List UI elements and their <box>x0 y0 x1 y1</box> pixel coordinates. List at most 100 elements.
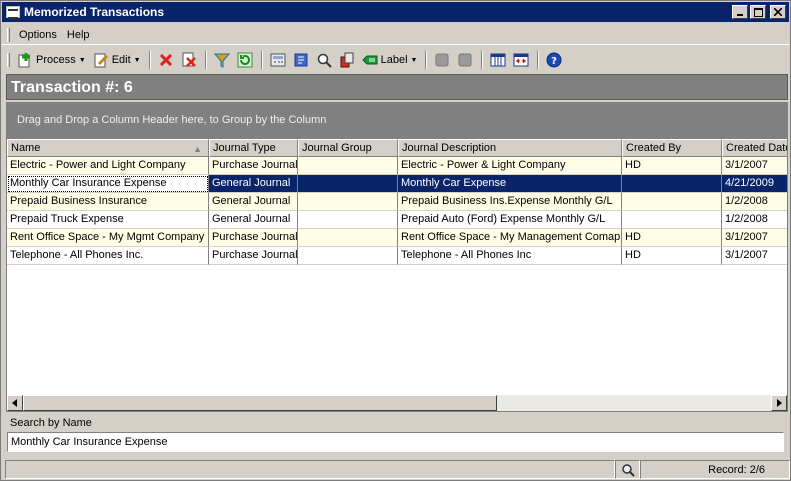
paste-icon <box>457 52 473 68</box>
notes-button[interactable] <box>290 49 312 71</box>
process-icon <box>17 52 33 68</box>
cell-created-date: 3/1/2007 <box>722 229 787 247</box>
table-row[interactable]: Prepaid Truck Expense General Journal Pr… <box>7 211 787 229</box>
transaction-number-header: Transaction #: 6 <box>6 74 788 100</box>
scrollbar-track[interactable] <box>23 395 771 411</box>
cell-created-by <box>622 211 722 229</box>
filter-funnel-icon <box>213 52 230 68</box>
filter-button[interactable] <box>211 49 233 71</box>
toolbar-separator <box>425 51 428 69</box>
scroll-right-button[interactable] <box>771 395 787 411</box>
cell-journal-type: Purchase Journal <box>209 229 298 247</box>
copy-button-disabled[interactable] <box>431 49 453 71</box>
cell-created-date: 1/2/2008 <box>722 193 787 211</box>
cell-journal-description: Monthly Car Expense <box>398 175 622 193</box>
search-by-name-label: Search by Name <box>10 417 92 429</box>
sort-ascending-icon: ▲ <box>193 144 202 154</box>
maximize-button[interactable] <box>750 5 766 19</box>
layout-button[interactable] <box>510 49 532 71</box>
cell-created-by: HD <box>622 229 722 247</box>
column-header-name[interactable]: Name ▲ <box>7 139 209 157</box>
close-icon <box>774 8 782 16</box>
cell-created-date: 3/1/2007 <box>722 247 787 265</box>
delete-x-icon <box>158 52 174 68</box>
toolbar-grip <box>7 53 10 67</box>
column-header-label: Journal Type <box>213 142 276 154</box>
column-header-label: Created By <box>626 142 682 154</box>
label-button[interactable]: Label ▼ <box>359 49 421 71</box>
chevron-down-icon: ▼ <box>133 56 141 64</box>
column-header-created-by[interactable]: Created By <box>622 139 722 157</box>
column-header-journal-group[interactable]: Journal Group <box>298 139 398 157</box>
menu-options[interactable]: Options <box>14 29 62 41</box>
status-panel-main <box>5 460 615 479</box>
calculator-button[interactable] <box>267 49 289 71</box>
table-row[interactable]: Electric - Power and Light Company Purch… <box>7 157 787 175</box>
svg-text:?: ? <box>552 56 558 67</box>
cell-journal-description: Prepaid Business Ins.Expense Monthly G/L <box>398 193 622 211</box>
scrollbar-thumb[interactable] <box>23 395 497 411</box>
notes-icon <box>293 52 309 68</box>
menu-help[interactable]: Help <box>62 29 95 41</box>
group-by-drop-area[interactable]: Drag and Drop a Column Header here, to G… <box>6 102 788 138</box>
grid-rows: Electric - Power and Light Company Purch… <box>7 157 787 265</box>
cell-created-date: 4/21/2009 <box>722 175 787 193</box>
delete-document-button[interactable] <box>178 49 200 71</box>
minimize-button[interactable] <box>732 5 748 19</box>
table-row[interactable]: Rent Office Space - My Mgmt Company Purc… <box>7 229 787 247</box>
search-magnifier-icon <box>316 52 332 68</box>
calculator-icon <box>270 52 286 68</box>
cell-journal-type: Purchase Journal <box>209 157 298 175</box>
label-label: Label <box>380 54 408 66</box>
cell-journal-type: General Journal <box>209 211 298 229</box>
table-row[interactable]: Prepaid Business Insurance General Journ… <box>7 193 787 211</box>
triangle-right-icon <box>777 399 782 407</box>
attachment-icon <box>339 52 355 68</box>
column-header-label: Journal Description <box>402 142 497 154</box>
minimize-icon <box>737 14 743 16</box>
maximize-icon <box>753 7 763 17</box>
cell-name: Rent Office Space - My Mgmt Company <box>7 229 209 247</box>
chevron-down-icon: ▼ <box>410 56 418 64</box>
column-header-journal-type[interactable]: Journal Type <box>209 139 298 157</box>
cell-name: Monthly Car Insurance Expense <box>7 175 209 193</box>
columns-button[interactable] <box>487 49 509 71</box>
toolbar-separator <box>537 51 540 69</box>
close-button[interactable] <box>770 5 786 19</box>
cell-journal-group <box>298 193 398 211</box>
cell-created-date: 1/2/2008 <box>722 211 787 229</box>
help-icon: ? <box>546 52 562 68</box>
cell-journal-group <box>298 157 398 175</box>
cell-journal-description: Prepaid Auto (Ford) Expense Monthly G/L <box>398 211 622 229</box>
paste-button-disabled[interactable] <box>454 49 476 71</box>
table-row-selected[interactable]: Monthly Car Insurance Expense General Jo… <box>7 175 787 193</box>
window-title: Memorized Transactions <box>24 5 165 19</box>
cell-journal-description: Rent Office Space - My Management Comapn… <box>398 229 622 247</box>
refresh-button[interactable] <box>234 49 256 71</box>
search-by-name-input[interactable] <box>7 432 784 452</box>
column-header-journal-description[interactable]: Journal Description <box>398 139 622 157</box>
delete-button[interactable] <box>155 49 177 71</box>
column-header-created-date[interactable]: Created Date <box>722 139 788 157</box>
process-button[interactable]: Process ▼ <box>14 49 89 71</box>
process-label: Process <box>36 54 76 66</box>
horizontal-scrollbar[interactable] <box>7 395 787 411</box>
attachments-button[interactable] <box>336 49 358 71</box>
edit-button[interactable]: Edit ▼ <box>90 49 144 71</box>
help-button[interactable]: ? <box>543 49 565 71</box>
cell-journal-group <box>298 247 398 265</box>
delete-document-icon <box>181 52 197 68</box>
edit-label: Edit <box>111 54 131 66</box>
app-icon <box>6 6 20 19</box>
search-records-button[interactable] <box>313 49 335 71</box>
scroll-left-button[interactable] <box>7 395 23 411</box>
cell-journal-type: General Journal <box>209 175 298 193</box>
table-row[interactable]: Telephone - All Phones Inc. Purchase Jou… <box>7 247 787 265</box>
menu-bar: Options Help <box>2 25 789 45</box>
label-icon <box>361 52 378 68</box>
column-header-label: Created Date <box>726 142 788 154</box>
grid-header: Name ▲ Journal Type Journal Group Journa… <box>7 139 788 157</box>
record-counter: Record: 2/6 <box>640 460 790 479</box>
cell-name: Electric - Power and Light Company <box>7 157 209 175</box>
status-panel-search[interactable] <box>615 460 640 479</box>
